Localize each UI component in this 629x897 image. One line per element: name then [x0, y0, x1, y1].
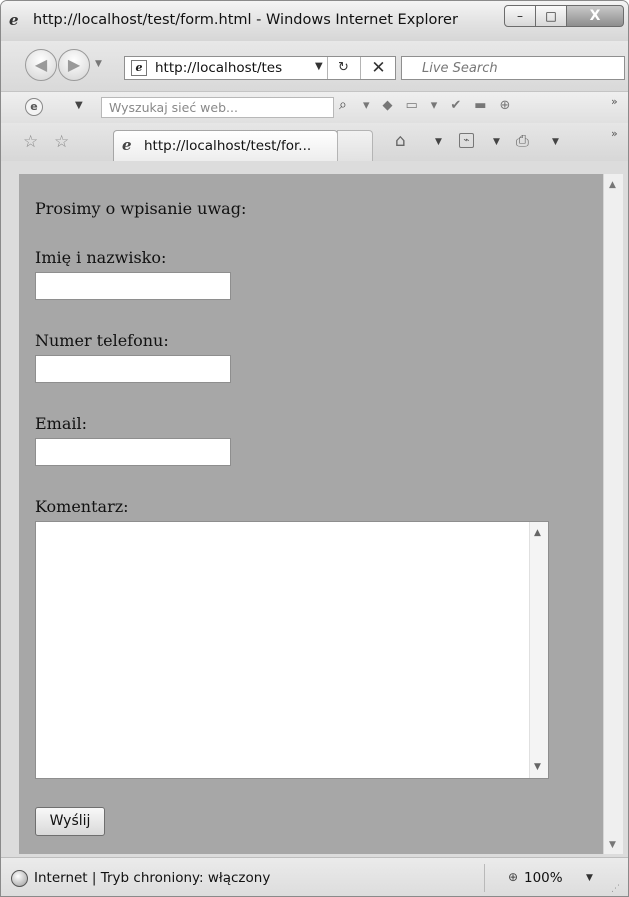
browser-window: e http://localhost/test/form.html - Wind… — [0, 0, 629, 897]
page-scrollbar[interactable]: ▲ ▼ — [603, 174, 623, 854]
status-divider — [484, 864, 485, 892]
refresh-icon: ↻ — [338, 60, 349, 75]
live-search-box[interactable]: Live Search — [401, 56, 625, 80]
name-input[interactable] — [35, 272, 231, 300]
comment-label: Komentarz: — [35, 497, 129, 516]
feeds-icon[interactable]: ⌁ — [459, 133, 474, 148]
resize-grip-icon[interactable]: ⋰ — [611, 884, 620, 894]
page-content: Prosimy o wpisanie uwag: Imię i nazwisko… — [19, 174, 603, 854]
tab-page-icon: e — [122, 136, 132, 154]
page-scroll-down-icon[interactable]: ▼ — [609, 840, 616, 850]
phone-label: Numer telefonu: — [35, 331, 169, 350]
zoom-level[interactable]: 100% — [524, 870, 563, 886]
feeds-dropdown[interactable]: ▼ — [493, 137, 500, 147]
submit-button[interactable]: Wyślij — [35, 807, 105, 836]
forward-button[interactable]: ▶ — [58, 49, 90, 81]
phone-input[interactable] — [35, 355, 231, 383]
scroll-up-icon[interactable]: ▲ — [534, 528, 541, 538]
navigation-bar: ◀ ▶ ▼ e http://localhost/tes ▼ ↻ ✕ Live … — [1, 41, 628, 91]
tab-label: http://localhost/test/for... — [144, 138, 312, 154]
address-bar[interactable]: e http://localhost/tes ▼ ↻ ✕ — [124, 56, 396, 80]
maximize-button[interactable]: □ — [535, 5, 567, 27]
commandbar-overflow-icon[interactable]: » — [611, 127, 618, 140]
address-dropdown[interactable]: ▼ — [315, 61, 323, 72]
stop-icon: ✕ — [371, 58, 386, 78]
toolbar-overflow-icon[interactable]: » — [611, 95, 618, 108]
ie-logo-icon: e — [9, 11, 19, 29]
forward-icon: ▶ — [67, 55, 81, 74]
recent-pages-dropdown[interactable]: ▼ — [95, 59, 102, 69]
globe-icon — [11, 870, 28, 887]
minimize-button[interactable]: – — [504, 5, 536, 27]
title-bar: e http://localhost/test/form.html - Wind… — [1, 1, 628, 41]
search-toolbar: e ▼ Wyszukaj sieć web... ⌕ ▾◆▭▾✔▬⊕ » — [1, 91, 628, 123]
home-icon[interactable]: ⌂ — [395, 131, 406, 151]
zoom-dropdown[interactable]: ▼ — [586, 873, 593, 883]
address-input[interactable]: http://localhost/tes — [155, 60, 282, 76]
zoom-icon[interactable]: ⊕ — [508, 870, 518, 884]
window-title: http://localhost/test/form.html - Window… — [33, 12, 458, 28]
print-icon[interactable]: ⎙ — [516, 131, 529, 151]
comment-scrollbar[interactable]: ▲ ▼ — [529, 522, 548, 778]
favorites-star-icon[interactable]: ☆ — [23, 132, 38, 152]
back-icon: ◀ — [34, 55, 48, 74]
page-scroll-up-icon[interactable]: ▲ — [609, 180, 616, 190]
toolbar-menu-dropdown[interactable]: ▼ — [75, 100, 83, 111]
comment-textarea[interactable]: ▲ ▼ — [35, 521, 549, 779]
tab-bar: ☆ ☆ e http://localhost/test/for... ⌂ ▼ ⌁… — [1, 123, 628, 161]
print-dropdown[interactable]: ▼ — [552, 137, 559, 147]
stop-button[interactable]: ✕ — [360, 57, 396, 79]
tab-active[interactable]: e http://localhost/test/for... — [113, 130, 338, 161]
status-bar: Internet | Tryb chroniony: włączony ⊕ 10… — [1, 857, 628, 896]
email-label: Email: — [35, 414, 88, 433]
live-search-input[interactable]: Live Search — [422, 61, 498, 76]
refresh-button[interactable]: ↻ — [327, 57, 359, 79]
scroll-down-icon[interactable]: ▼ — [534, 762, 541, 772]
back-button[interactable]: ◀ — [25, 49, 57, 81]
web-search-input[interactable]: Wyszukaj sieć web... — [109, 100, 238, 115]
new-tab-button[interactable] — [337, 130, 373, 161]
add-favorites-icon[interactable]: ☆ — [54, 132, 69, 152]
status-text: Internet | Tryb chroniony: włączony — [34, 870, 271, 886]
close-button[interactable]: X — [566, 5, 624, 27]
page-icon: e — [131, 60, 147, 76]
toolbar-tool-icons[interactable]: ▾◆▭▾✔▬⊕ — [363, 98, 523, 113]
web-search-box[interactable]: Wyszukaj sieć web... — [101, 97, 334, 118]
name-label: Imię i nazwisko: — [35, 248, 167, 267]
toolbar-logo-icon[interactable]: e — [25, 98, 43, 116]
email-input[interactable] — [35, 438, 231, 466]
home-dropdown[interactable]: ▼ — [435, 137, 442, 147]
search-icon[interactable]: ⌕ — [339, 97, 347, 113]
page-heading: Prosimy o wpisanie uwag: — [35, 199, 247, 218]
